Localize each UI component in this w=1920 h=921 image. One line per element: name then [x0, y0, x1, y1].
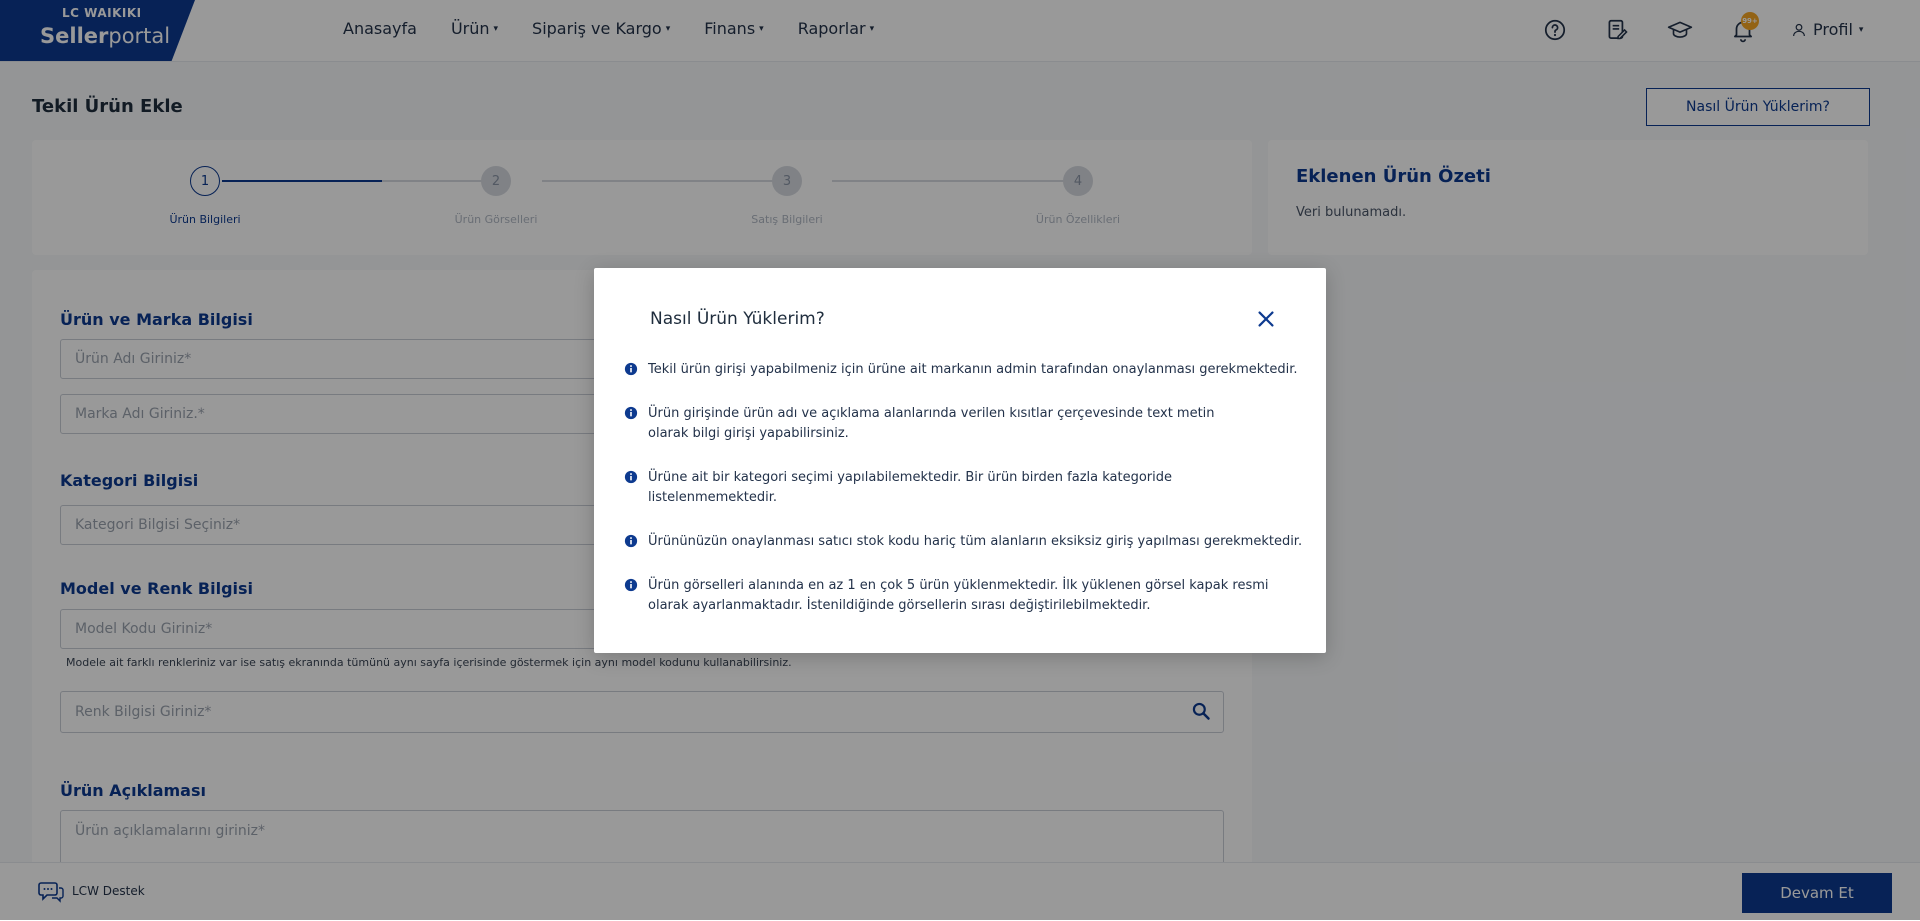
modal-info-text: Ürün görselleri alanında en az 1 en çok … [648, 578, 1269, 613]
info-icon [624, 578, 638, 592]
modal-info-text: Ürününüzün onaylanması satıcı stok kodu … [648, 534, 1303, 549]
modal-info-text: Ürüne ait bir kategori seçimi yapılabile… [648, 470, 1173, 505]
modal-info-list: Tekil ürün girişi yapabilmeniz için ürün… [624, 360, 1304, 640]
modal-info-item: Ürün görselleri alanında en az 1 en çok … [624, 576, 1304, 616]
how-to-upload-modal: Nasıl Ürün Yüklerim? Tekil ürün girişi y… [594, 268, 1326, 653]
info-icon [624, 470, 638, 484]
modal-title: Nasıl Ürün Yüklerim? [650, 309, 825, 329]
info-icon [624, 362, 638, 376]
modal-info-item: Tekil ürün girişi yapabilmeniz için ürün… [624, 360, 1304, 380]
info-icon [624, 406, 638, 420]
info-icon [624, 534, 638, 548]
modal-info-item: Ürününüzün onaylanması satıcı stok kodu … [624, 532, 1304, 552]
close-icon[interactable] [1255, 308, 1277, 330]
modal-info-item: Ürüne ait bir kategori seçimi yapılabile… [624, 468, 1304, 508]
modal-info-text: Ürün girişinde ürün adı ve açıklama alan… [648, 406, 1215, 441]
modal-info-item: Ürün girişinde ürün adı ve açıklama alan… [624, 404, 1304, 444]
modal-info-text: Tekil ürün girişi yapabilmeniz için ürün… [648, 362, 1298, 377]
